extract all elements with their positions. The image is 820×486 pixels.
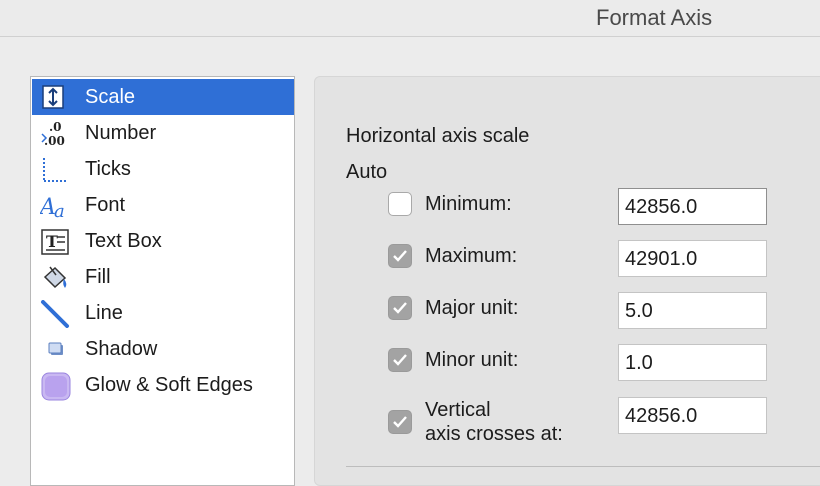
major-unit-label: Major unit: bbox=[425, 297, 519, 319]
sidebar-item-scale[interactable]: Scale bbox=[32, 79, 294, 115]
shadow-icon bbox=[40, 336, 70, 364]
major-unit-field[interactable]: 5.0 bbox=[618, 292, 767, 329]
sidebar-item-label: Font bbox=[85, 194, 126, 216]
scale-icon bbox=[40, 84, 70, 112]
sidebar-item-label: Fill bbox=[85, 266, 111, 288]
sidebar-item-label: Shadow bbox=[85, 338, 158, 360]
sidebar-item-number[interactable]: .0 .00 Number bbox=[32, 115, 294, 151]
sidebar-item-label: Line bbox=[85, 302, 123, 324]
title-bar: Format Axis bbox=[0, 0, 820, 37]
minor-unit-field[interactable]: 1.0 bbox=[618, 344, 767, 381]
sidebar-item-font[interactable]: A a Font bbox=[32, 187, 294, 223]
auto-column-label: Auto bbox=[346, 161, 388, 183]
vertical-axis-crosses-field[interactable]: 42856.0 bbox=[618, 397, 767, 434]
sidebar-item-label: Number bbox=[85, 122, 157, 144]
sidebar-item-line[interactable]: Line bbox=[32, 295, 294, 331]
svg-text:a: a bbox=[54, 201, 65, 220]
svg-text:.0: .0 bbox=[49, 120, 62, 134]
sidebar-item-label: Text Box bbox=[85, 230, 162, 252]
sidebar-item-text-box[interactable]: T Text Box bbox=[32, 223, 294, 259]
glow-icon bbox=[40, 372, 71, 401]
line-icon bbox=[40, 300, 70, 328]
sidebar-item-shadow[interactable]: Shadow bbox=[32, 331, 294, 367]
window-title: Format Axis bbox=[596, 5, 713, 30]
svg-text:.00: .00 bbox=[44, 134, 65, 148]
maximum-label: Maximum: bbox=[425, 245, 518, 267]
label-line: axis crosses at: bbox=[425, 423, 563, 445]
maximum-auto-checkbox[interactable] bbox=[388, 244, 412, 268]
text-box-icon: T bbox=[40, 228, 70, 256]
checkmark-icon bbox=[393, 416, 407, 428]
font-icon: A a bbox=[38, 192, 70, 222]
vertical-axis-crosses-auto-checkbox[interactable] bbox=[388, 410, 412, 434]
minor-unit-auto-checkbox[interactable] bbox=[388, 348, 412, 372]
checkmark-icon bbox=[393, 250, 407, 262]
ticks-icon bbox=[40, 156, 70, 184]
divider bbox=[346, 466, 820, 467]
minimum-auto-checkbox[interactable] bbox=[388, 192, 412, 216]
major-unit-auto-checkbox[interactable] bbox=[388, 296, 412, 320]
sidebar-item-label: Glow & Soft Edges bbox=[85, 374, 253, 396]
minimum-label: Minimum: bbox=[425, 193, 512, 215]
category-list: Scale .0 .00 Number Ticks A a Font T Tex… bbox=[30, 76, 295, 486]
minimum-field[interactable]: 42856.0 bbox=[618, 188, 767, 225]
label-line: Vertical bbox=[425, 399, 491, 421]
sidebar-item-label: Ticks bbox=[85, 158, 131, 180]
checkmark-icon bbox=[393, 302, 407, 314]
number-format-icon: .0 .00 bbox=[40, 120, 70, 148]
sidebar-item-ticks[interactable]: Ticks bbox=[32, 151, 294, 187]
maximum-field[interactable]: 42901.0 bbox=[618, 240, 767, 277]
sidebar-item-label: Scale bbox=[85, 86, 136, 108]
section-title: Horizontal axis scale bbox=[346, 125, 530, 147]
sidebar-item-fill[interactable]: Fill bbox=[32, 259, 294, 295]
sidebar-item-glow-soft-edges[interactable]: Glow & Soft Edges bbox=[32, 367, 294, 403]
checkmark-icon bbox=[393, 354, 407, 366]
paint-bucket-icon bbox=[40, 264, 70, 292]
vertical-axis-crosses-label: Vertical axis crosses at: bbox=[425, 398, 563, 446]
svg-text:T: T bbox=[46, 232, 58, 251]
minor-unit-label: Minor unit: bbox=[425, 349, 519, 371]
